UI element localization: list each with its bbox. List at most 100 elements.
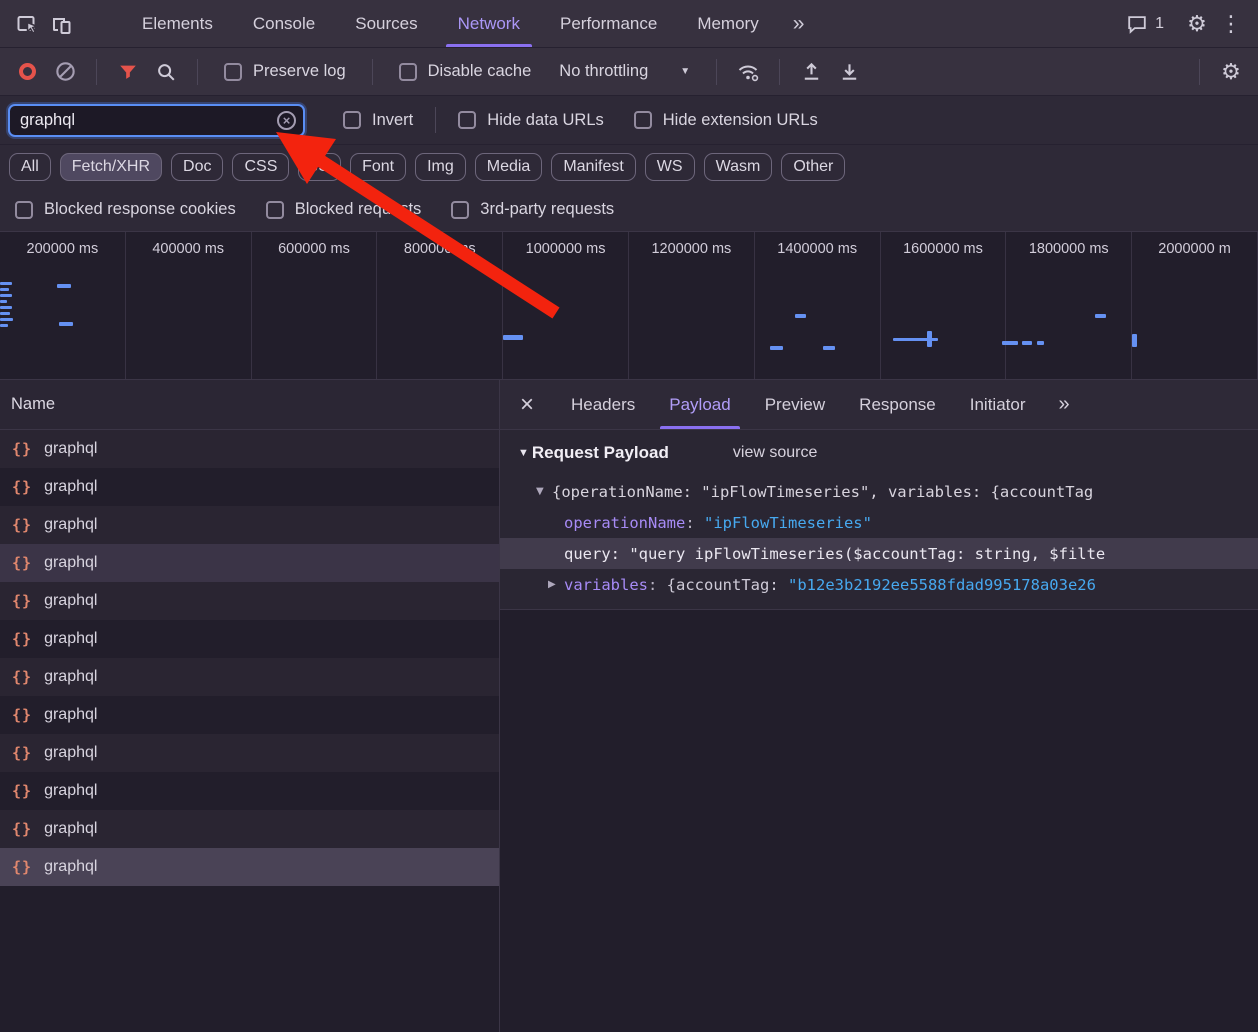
tab-payload[interactable]: Payload — [652, 380, 747, 429]
download-arrow-icon — [838, 60, 861, 83]
chip-wasm[interactable]: Wasm — [704, 153, 773, 181]
tab-memory[interactable]: Memory — [677, 0, 778, 47]
tab-console[interactable]: Console — [233, 0, 335, 47]
view-source-link[interactable]: view source — [733, 444, 817, 462]
request-row[interactable]: {}graphql — [0, 772, 499, 810]
request-row[interactable]: {}graphql — [0, 658, 499, 696]
chip-all[interactable]: All — [9, 153, 51, 181]
json-braces-icon: {} — [12, 478, 32, 496]
timeline-bar — [1002, 341, 1018, 345]
clear-filter-icon[interactable]: × — [277, 111, 296, 130]
request-row[interactable]: {}graphql — [0, 810, 499, 848]
close-details-icon[interactable]: × — [500, 391, 554, 419]
request-row[interactable]: {}graphql — [0, 506, 499, 544]
request-row-selected[interactable]: {}graphql — [0, 848, 499, 886]
checkbox-box-icon — [343, 111, 361, 129]
expander-closed-icon[interactable]: ▶ — [548, 579, 564, 590]
export-har-icon[interactable] — [832, 55, 866, 89]
chip-other[interactable]: Other — [781, 153, 845, 181]
timeline-bars — [0, 232, 1258, 379]
request-name: graphql — [44, 744, 97, 762]
tab-response[interactable]: Response — [842, 380, 953, 429]
chip-media[interactable]: Media — [475, 153, 543, 181]
json-separator: : — [611, 545, 630, 563]
timeline-bar — [927, 331, 932, 347]
filter-toggle-icon[interactable] — [111, 55, 145, 89]
chip-doc[interactable]: Doc — [171, 153, 223, 181]
name-column-header[interactable]: Name — [0, 380, 499, 430]
request-row[interactable]: {}graphql — [0, 620, 499, 658]
request-row[interactable]: {}graphql — [0, 734, 499, 772]
device-toolbar-icon[interactable] — [44, 7, 78, 41]
tab-elements[interactable]: Elements — [122, 0, 233, 47]
tab-initiator[interactable]: Initiator — [953, 380, 1043, 429]
clear-network-log-button[interactable] — [48, 55, 82, 89]
import-har-icon[interactable] — [794, 55, 828, 89]
request-row[interactable]: {}graphql — [0, 544, 499, 582]
json-braces-icon: {} — [12, 858, 32, 876]
device-toolbar-glyph-icon — [49, 12, 73, 36]
chip-css[interactable]: CSS — [232, 153, 289, 181]
third-party-requests-checkbox[interactable]: 3rd-party requests — [451, 200, 614, 219]
request-row[interactable]: {}graphql — [0, 430, 499, 468]
clear-icon — [54, 60, 77, 83]
record-network-log-button[interactable] — [10, 55, 44, 89]
chip-ws[interactable]: WS — [645, 153, 695, 181]
chip-fetch-xhr[interactable]: Fetch/XHR — [60, 153, 162, 181]
request-name: graphql — [44, 554, 97, 572]
gear-glyph: ⚙ — [1187, 13, 1207, 35]
hide-data-urls-checkbox[interactable]: Hide data URLs — [458, 111, 603, 130]
request-row[interactable]: {} graphql — [0, 468, 499, 506]
blocked-requests-checkbox[interactable]: Blocked requests — [266, 200, 422, 219]
invert-checkbox[interactable]: Invert — [343, 111, 413, 130]
kebab-menu-icon[interactable]: ⋮ — [1214, 7, 1248, 41]
network-conditions-icon[interactable] — [731, 55, 765, 89]
json-braces-icon: {} — [12, 440, 32, 458]
request-payload-title: Request Payload — [532, 443, 669, 463]
tab-sources[interactable]: Sources — [335, 0, 437, 47]
gear-glyph: ⚙ — [1221, 61, 1241, 83]
request-row[interactable]: {}graphql — [0, 582, 499, 620]
json-braces-icon: {} — [12, 706, 32, 724]
tab-headers[interactable]: Headers — [554, 380, 652, 429]
expander-open-icon[interactable]: ▼ — [536, 486, 552, 497]
blocked-response-cookies-checkbox[interactable]: Blocked response cookies — [15, 200, 236, 219]
search-icon[interactable] — [149, 55, 183, 89]
request-row[interactable]: {}graphql — [0, 696, 499, 734]
timeline-bar — [59, 322, 73, 326]
hide-extension-urls-label: Hide extension URLs — [663, 111, 818, 130]
chip-js[interactable]: JS — [298, 153, 341, 181]
filter-input[interactable] — [8, 104, 305, 137]
network-split-view: Name {} graphql {} graphql {} graphql {} gra… — [0, 380, 1258, 1032]
checkbox-box-icon — [451, 201, 469, 219]
hide-extension-urls-checkbox[interactable]: Hide extension URLs — [634, 111, 818, 130]
payload-row-operation-name[interactable]: operationName: "ipFlowTimeseries" — [500, 507, 1258, 538]
preserve-log-checkbox[interactable]: Preserve log — [224, 62, 346, 81]
disable-cache-checkbox[interactable]: Disable cache — [399, 62, 532, 81]
tab-preview[interactable]: Preview — [748, 380, 842, 429]
chip-font[interactable]: Font — [350, 153, 406, 181]
more-details-tabs-icon[interactable]: » — [1058, 393, 1069, 416]
tab-network[interactable]: Network — [438, 0, 540, 47]
console-messages-badge[interactable]: 1 — [1126, 13, 1164, 35]
request-payload-section-header[interactable]: ▼ Request Payload view source — [500, 430, 1258, 476]
messages-count: 1 — [1155, 15, 1164, 33]
throttling-select[interactable]: No throttling ▼ — [559, 62, 690, 81]
inspect-cursor-icon — [15, 12, 39, 36]
payload-row-variables[interactable]: ▶ variables: {accountTag: "b12e3b2192ee5… — [500, 569, 1258, 600]
chip-manifest[interactable]: Manifest — [551, 153, 635, 181]
json-key: query — [564, 545, 611, 563]
chip-img[interactable]: Img — [415, 153, 466, 181]
payload-row-query[interactable]: query: "query ipFlowTimeseries($accountT… — [500, 538, 1258, 569]
tab-performance[interactable]: Performance — [540, 0, 677, 47]
request-name: graphql — [44, 782, 97, 800]
more-panels-icon[interactable]: » — [779, 0, 819, 47]
network-settings-gear-icon[interactable]: ⚙ — [1214, 55, 1248, 89]
payload-preview-row[interactable]: ▼ {operationName: "ipFlowTimeseries", va… — [500, 476, 1258, 507]
third-party-requests-label: 3rd-party requests — [480, 200, 614, 219]
advanced-filters-row: Blocked response cookies Blocked request… — [0, 188, 1258, 232]
settings-gear-icon[interactable]: ⚙ — [1180, 7, 1214, 41]
network-overview-timeline[interactable]: 200000 ms 400000 ms 600000 ms 800000 ms … — [0, 232, 1258, 380]
inspect-element-icon[interactable] — [10, 7, 44, 41]
request-name: graphql — [44, 478, 97, 496]
